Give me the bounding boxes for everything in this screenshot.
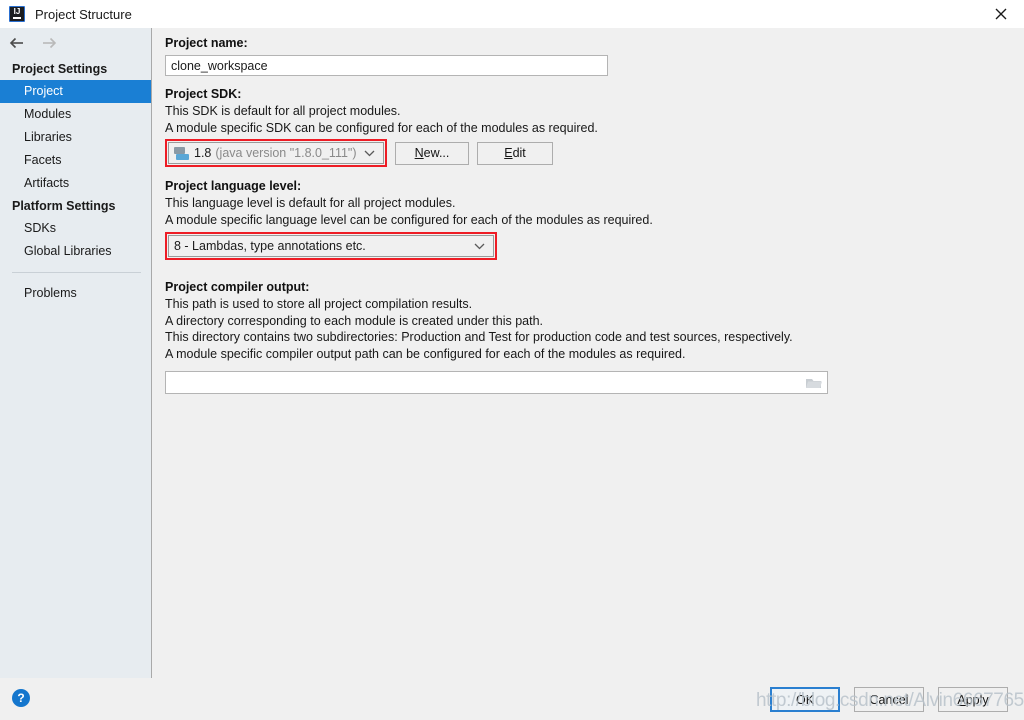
compiler-output-desc-4: A module specific compiler output path c… — [165, 346, 686, 361]
project-sdk-combobox[interactable]: 1.8 (java version "1.8.0_111") — [168, 142, 384, 164]
footer-bar: ? OK Cancel Apply — [0, 678, 1024, 720]
project-sdk-desc-2: A module specific SDK can be configured … — [165, 120, 598, 135]
sidebar-item-modules[interactable]: Modules — [0, 103, 151, 126]
back-button[interactable] — [8, 34, 26, 52]
project-name-input[interactable] — [165, 55, 608, 76]
project-sdk-desc-1: This SDK is default for all project modu… — [165, 104, 401, 118]
edit-sdk-button-label: Edit — [504, 146, 526, 160]
new-sdk-button-label: New... — [414, 146, 450, 160]
language-level-desc-2: A module specific language level can be … — [165, 212, 653, 227]
chevron-down-icon — [364, 150, 375, 156]
sidebar-item-artifacts[interactable]: Artifacts — [0, 172, 151, 195]
sidebar-item-project[interactable]: Project — [0, 80, 151, 103]
help-button[interactable]: ? — [12, 689, 30, 707]
close-button[interactable] — [978, 0, 1024, 28]
folder-icon[interactable] — [805, 375, 823, 391]
sidebar-item-facets[interactable]: Facets — [0, 149, 151, 172]
close-icon — [995, 8, 1007, 20]
help-icon: ? — [17, 691, 25, 705]
arrow-left-icon — [9, 37, 23, 49]
sidebar-item-sdks[interactable]: SDKs — [0, 217, 151, 240]
navigation-bar — [0, 28, 151, 58]
compiler-output-label: Project compiler output: — [165, 280, 310, 294]
jdk-icon — [174, 146, 189, 160]
title-bar: Project Structure — [0, 0, 1024, 28]
ok-button[interactable]: OK — [770, 687, 840, 712]
sidebar-item-libraries[interactable]: Libraries — [0, 126, 151, 149]
language-level-label: Project language level: — [165, 179, 302, 193]
compiler-output-field[interactable] — [165, 371, 828, 394]
main-panel: Project name: Project SDK: This SDK is d… — [153, 28, 1024, 678]
apply-button-label: Apply — [957, 692, 989, 707]
compiler-output-desc-1: This path is used to store all project c… — [165, 297, 473, 311]
project-sdk-version: 1.8 — [194, 146, 212, 160]
new-sdk-button[interactable]: New... — [395, 141, 469, 165]
compiler-output-desc-2: A directory corresponding to each module… — [165, 313, 543, 328]
cancel-button[interactable]: Cancel — [854, 687, 924, 712]
project-sdk-detail: (java version "1.8.0_111") — [215, 146, 357, 160]
sidebar-item-problems[interactable]: Problems — [0, 282, 151, 305]
project-name-label: Project name: — [165, 36, 248, 50]
apply-button[interactable]: Apply — [938, 687, 1008, 712]
sidebar: Project Settings Project Modules Librari… — [0, 28, 152, 678]
edit-sdk-button[interactable]: Edit — [477, 141, 553, 165]
project-sdk-label: Project SDK: — [165, 87, 242, 101]
dialog-action-buttons: OK Cancel Apply — [770, 687, 1008, 712]
sidebar-item-global-libraries[interactable]: Global Libraries — [0, 240, 151, 263]
intellij-idea-icon — [9, 6, 25, 22]
sidebar-divider — [12, 272, 141, 273]
compiler-output-desc-3: This directory contains two subdirectori… — [165, 330, 793, 344]
ok-button-label: OK — [795, 692, 815, 707]
project-sdk-highlight: 1.8 (java version "1.8.0_111") — [165, 139, 387, 167]
arrow-right-icon — [43, 37, 57, 49]
cancel-button-label: Cancel — [869, 692, 909, 707]
language-level-highlight: 8 - Lambdas, type annotations etc. — [165, 232, 497, 260]
language-level-desc-1: This language level is default for all p… — [165, 196, 456, 210]
sidebar-group-platform-settings: Platform Settings — [12, 199, 116, 213]
chevron-down-icon — [474, 243, 485, 249]
forward-button[interactable] — [40, 34, 58, 52]
sidebar-group-project-settings: Project Settings — [12, 62, 108, 76]
window-title: Project Structure — [35, 6, 132, 22]
language-level-combobox[interactable]: 8 - Lambdas, type annotations etc. — [168, 235, 494, 257]
project-structure-dialog: Project Structure P — [0, 0, 1024, 720]
language-level-value: 8 - Lambdas, type annotations etc. — [174, 239, 366, 253]
